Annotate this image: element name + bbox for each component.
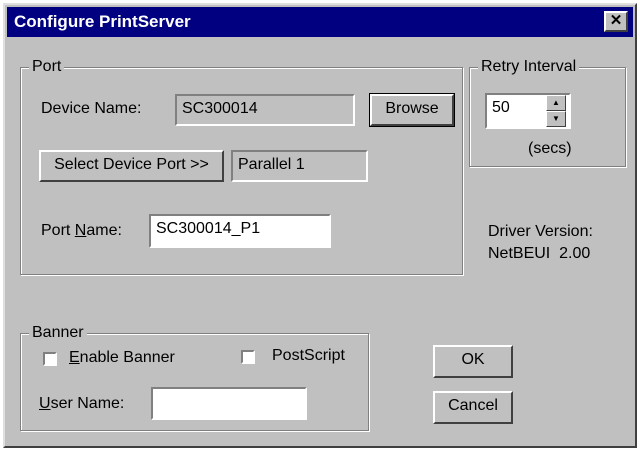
- port-group-legend: Port: [29, 58, 65, 76]
- enable-banner-accel: E: [69, 349, 80, 366]
- postscript-label[interactable]: PostScript: [272, 347, 345, 365]
- selected-port-value: Parallel 1: [238, 156, 305, 173]
- device-name-value: SC300014: [182, 100, 258, 117]
- port-name-label-pre: Port: [41, 222, 75, 239]
- port-name-label-accel: N: [74, 222, 87, 239]
- port-name-input[interactable]: SC300014_P1: [149, 214, 331, 248]
- title-bar[interactable]: Configure PrintServer ✕: [7, 7, 633, 37]
- driver-version-value: NetBEUI 2.00: [488, 245, 591, 262]
- cancel-button-label: Cancel: [448, 397, 498, 414]
- device-name-field[interactable]: SC300014: [175, 94, 355, 126]
- device-name-label: Device Name:: [41, 100, 142, 117]
- retry-interval-group: Retry Interval 50 ▲ ▼ (secs): [469, 58, 626, 167]
- port-name-label: Port Name:: [41, 222, 122, 240]
- spin-down-icon[interactable]: ▼: [546, 111, 566, 127]
- port-name-value: SC300014_P1: [156, 220, 261, 237]
- user-name-rest: ser Name:: [50, 395, 125, 412]
- close-button[interactable]: ✕: [604, 11, 628, 32]
- postscript-checkbox[interactable]: [241, 350, 255, 364]
- port-group: Port Device Name: SC300014 Browse Select…: [20, 58, 463, 275]
- selected-port-field: Parallel 1: [231, 150, 368, 182]
- spin-up-icon[interactable]: ▲: [546, 95, 566, 111]
- retry-interval-legend: Retry Interval: [478, 58, 580, 76]
- browse-button-label: Browse: [385, 100, 439, 117]
- configure-printserver-dialog: Configure PrintServer ✕ Port Device Name…: [3, 3, 637, 448]
- banner-group: Banner Enable Banner PostScript User Nam…: [20, 324, 369, 431]
- browse-button[interactable]: Browse: [369, 93, 455, 127]
- enable-banner-label[interactable]: Enable Banner: [69, 349, 175, 367]
- user-name-label: User Name:: [39, 395, 124, 413]
- enable-banner-checkbox[interactable]: [43, 352, 57, 366]
- select-device-port-label: Select Device Port >>: [54, 156, 209, 173]
- user-name-input[interactable]: [151, 387, 307, 420]
- retry-interval-value: 50: [492, 99, 510, 116]
- window-title: Configure PrintServer: [14, 12, 191, 31]
- banner-group-legend: Banner: [29, 324, 87, 342]
- cancel-button[interactable]: Cancel: [433, 391, 513, 424]
- close-icon: ✕: [609, 12, 623, 29]
- ok-button-label: OK: [461, 351, 485, 368]
- enable-banner-rest: nable Banner: [79, 349, 175, 366]
- select-device-port-button[interactable]: Select Device Port >>: [39, 150, 224, 182]
- retry-interval-unit: (secs): [528, 140, 572, 157]
- retry-interval-spinner[interactable]: ▲ ▼: [546, 95, 566, 127]
- port-name-label-post: ame:: [86, 222, 122, 239]
- user-name-accel: U: [39, 395, 51, 412]
- driver-version-label: Driver Version:: [488, 223, 593, 240]
- ok-button[interactable]: OK: [433, 345, 513, 378]
